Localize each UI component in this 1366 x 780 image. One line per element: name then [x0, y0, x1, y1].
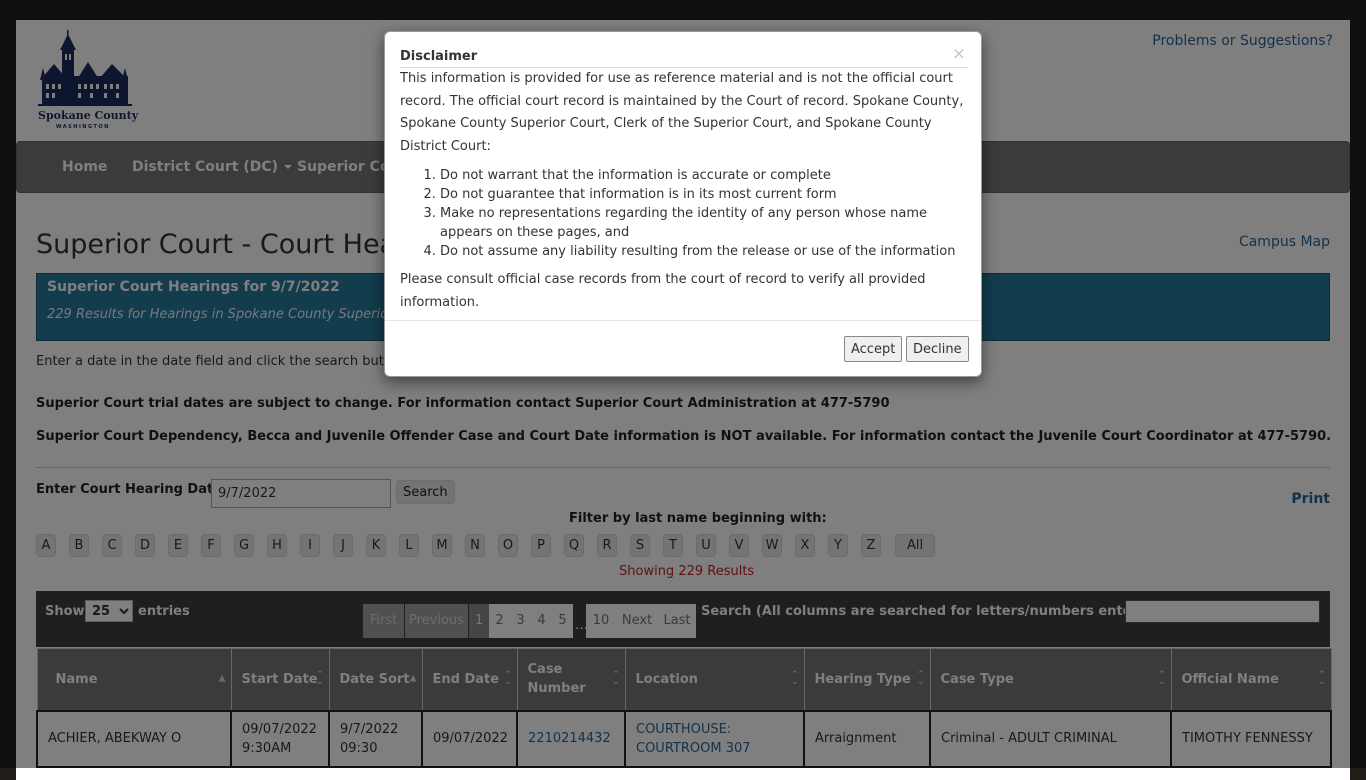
disclaimer-list: Do not warrant that the information is a… [400, 166, 972, 261]
disclaimer-closing: Please consult official case records fro… [400, 272, 926, 310]
modal-footer-divider [385, 320, 981, 321]
modal-body: This information is provided for use as … [400, 68, 972, 315]
disclaimer-item: Make no representations regarding the id… [440, 204, 972, 242]
close-icon[interactable]: × [952, 46, 966, 63]
decline-button[interactable]: Decline [906, 336, 969, 362]
accept-button[interactable]: Accept [844, 336, 903, 362]
disclaimer-modal: Disclaimer × This information is provide… [384, 31, 982, 377]
disclaimer-intro: This information is provided for use as … [400, 71, 964, 154]
disclaimer-item: Do not assume any liability resulting fr… [440, 242, 972, 261]
disclaimer-item: Do not guarantee that information is in … [440, 185, 972, 204]
modal-title: Disclaimer [400, 49, 478, 64]
disclaimer-item: Do not warrant that the information is a… [440, 166, 972, 185]
